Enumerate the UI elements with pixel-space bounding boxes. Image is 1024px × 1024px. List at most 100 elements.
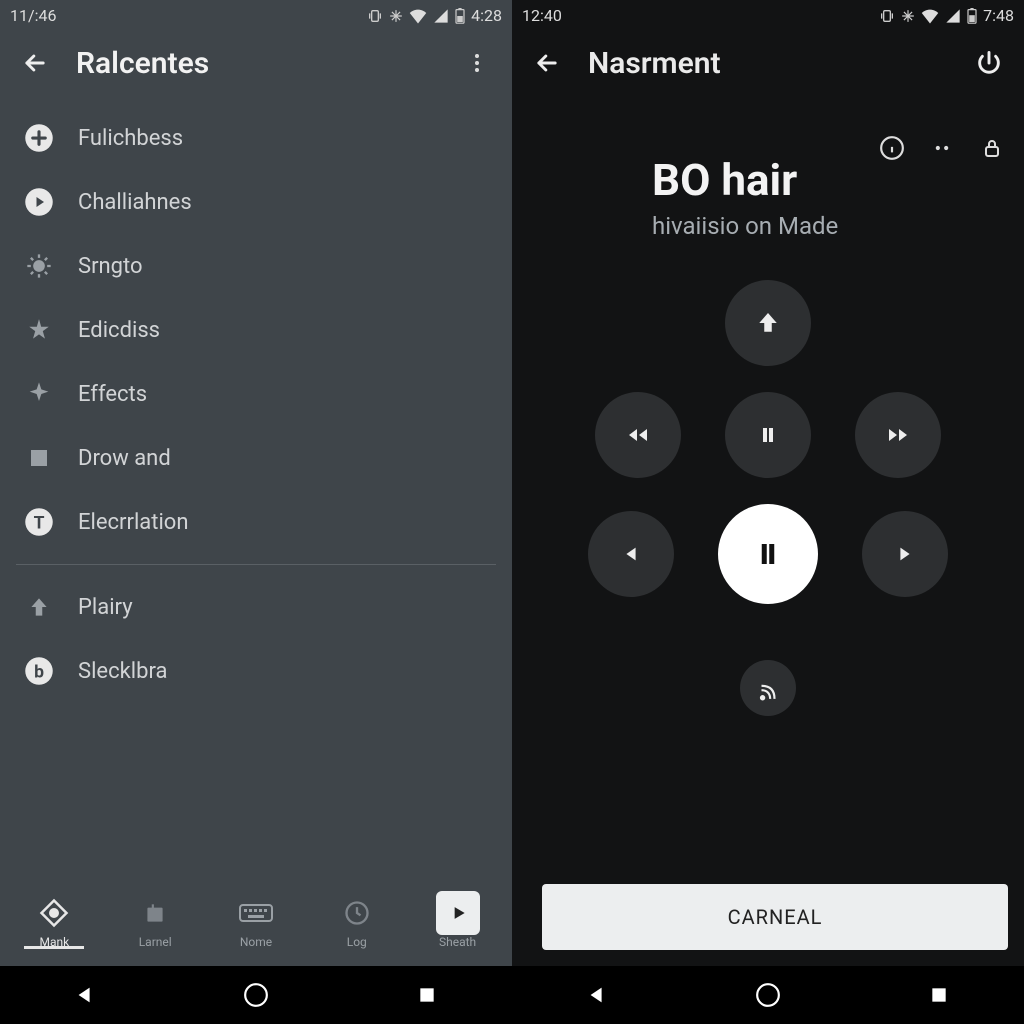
keyboard-icon	[239, 897, 273, 929]
bottom-nav-nome[interactable]: Nome	[211, 897, 301, 949]
status-bar-left: 11/:46 4:28	[0, 0, 512, 30]
bottom-nav: Mank Larnel Nome Log	[0, 880, 512, 966]
sun-icon	[22, 249, 56, 283]
menu-item-edicdiss[interactable]: Edicdiss	[0, 298, 512, 362]
menu-list: Fulichbess Challiahnes Srngto Edicdiss	[0, 96, 512, 703]
vibrate-icon	[879, 6, 895, 25]
bottom-nav-label: Nome	[240, 935, 272, 949]
page-title: Nasrment	[588, 46, 968, 81]
menu-item-challiahnes[interactable]: Challiahnes	[0, 170, 512, 234]
battery-icon	[455, 6, 465, 25]
refresh-icon	[343, 897, 371, 929]
wifi-icon	[409, 6, 427, 25]
appbar-left: Ralcentes	[0, 30, 512, 96]
android-home-button[interactable]	[748, 975, 788, 1015]
svg-text:b: b	[34, 662, 44, 682]
wifi-icon	[921, 6, 939, 25]
bottom-nav-sheath[interactable]: Sheath	[413, 897, 503, 949]
b-circle-icon: b	[22, 654, 56, 688]
status-icons: 4:28	[367, 6, 502, 25]
media-subtitle: hivaiisio on Made	[652, 212, 1024, 240]
cell-icon	[945, 6, 961, 25]
back-button[interactable]	[14, 42, 56, 84]
status-clock: 7:48	[983, 6, 1014, 25]
carneal-button[interactable]: CARNEAL	[542, 884, 1008, 950]
menu-item-plairy[interactable]: Plairy	[0, 575, 512, 639]
divider	[16, 564, 496, 565]
play-pause-button[interactable]	[718, 504, 818, 604]
diamond-icon	[39, 897, 69, 929]
plus-circle-icon	[22, 121, 56, 155]
cast-button[interactable]	[740, 660, 796, 716]
menu-label: Plairy	[78, 595, 133, 620]
appbar-right: Nasrment	[512, 30, 1024, 96]
bottom-nav-label: Log	[347, 935, 367, 949]
svg-text:T: T	[34, 513, 45, 533]
menu-label: Elecrrlation	[78, 510, 189, 535]
menu-label: Drow and	[78, 446, 171, 471]
screen-right: 12:40 7:48	[512, 0, 1024, 1024]
menu-label: Challiahnes	[78, 190, 192, 215]
battery-icon	[967, 6, 977, 25]
square-icon	[22, 441, 56, 475]
carneal-label: CARNEAL	[728, 905, 823, 929]
status-bar-right: 12:40 7:48	[512, 0, 1024, 30]
playback-controls	[512, 280, 1024, 716]
pause-small-button[interactable]	[725, 392, 811, 478]
screen-left: 11/:46 4:28	[0, 0, 512, 1024]
menu-item-slecklbra[interactable]: b Slecklbra	[0, 639, 512, 703]
menu-label: Edicdiss	[78, 318, 160, 343]
android-home-button[interactable]	[236, 975, 276, 1015]
sparkle-icon	[22, 377, 56, 411]
prev-button[interactable]	[588, 511, 674, 597]
menu-label: Effects	[78, 382, 147, 407]
back-button[interactable]	[526, 42, 568, 84]
android-recents-button[interactable]	[919, 975, 959, 1015]
bottom-nav-larnel[interactable]: Larnel	[110, 897, 200, 949]
box-icon	[142, 897, 168, 929]
status-time: 12:40	[522, 6, 562, 25]
overflow-menu-button[interactable]	[456, 42, 498, 84]
star-icon	[22, 313, 56, 347]
vibrate-icon	[367, 6, 383, 25]
rewind-button[interactable]	[595, 392, 681, 478]
android-back-button[interactable]	[65, 975, 105, 1015]
bottom-nav-label: Larnel	[139, 935, 172, 949]
menu-label: Slecklbra	[78, 659, 167, 684]
lock-button[interactable]	[974, 130, 1010, 166]
snowflake-icon	[901, 6, 915, 25]
forward-button[interactable]	[855, 392, 941, 478]
bottom-nav-label: Mank	[40, 935, 70, 949]
menu-label: Fulichbess	[78, 126, 183, 151]
cell-icon	[433, 6, 449, 25]
play-box-icon	[436, 897, 480, 929]
bottom-nav-label: Sheath	[439, 935, 476, 949]
menu-item-elecrrlation[interactable]: T Elecrrlation	[0, 490, 512, 554]
menu-item-srngto[interactable]: Srngto	[0, 234, 512, 298]
top-actions	[874, 130, 1010, 166]
status-icons: 7:48	[879, 6, 1014, 25]
android-back-button[interactable]	[577, 975, 617, 1015]
android-recents-button[interactable]	[407, 975, 447, 1015]
status-time: 11/:46	[10, 6, 56, 25]
play-circle-icon	[22, 185, 56, 219]
arrow-up-icon	[22, 590, 56, 624]
page-title: Ralcentes	[76, 46, 456, 81]
bottom-nav-mank[interactable]: Mank	[9, 897, 99, 949]
t-circle-icon: T	[22, 505, 56, 539]
media-header: BO hair hivaiisio on Made	[512, 96, 1024, 240]
snowflake-icon	[389, 6, 403, 25]
info-button[interactable]	[874, 130, 910, 166]
more-button[interactable]	[924, 130, 960, 166]
menu-item-fulichbess[interactable]: Fulichbess	[0, 106, 512, 170]
menu-label: Srngto	[78, 254, 143, 279]
android-nav-right	[512, 966, 1024, 1024]
up-button[interactable]	[725, 280, 811, 366]
power-button[interactable]	[968, 42, 1010, 84]
bottom-nav-log[interactable]: Log	[312, 897, 402, 949]
next-button[interactable]	[862, 511, 948, 597]
menu-item-effects[interactable]: Effects	[0, 362, 512, 426]
status-clock: 4:28	[471, 6, 502, 25]
android-nav-left	[0, 966, 512, 1024]
menu-item-drow-and[interactable]: Drow and	[0, 426, 512, 490]
